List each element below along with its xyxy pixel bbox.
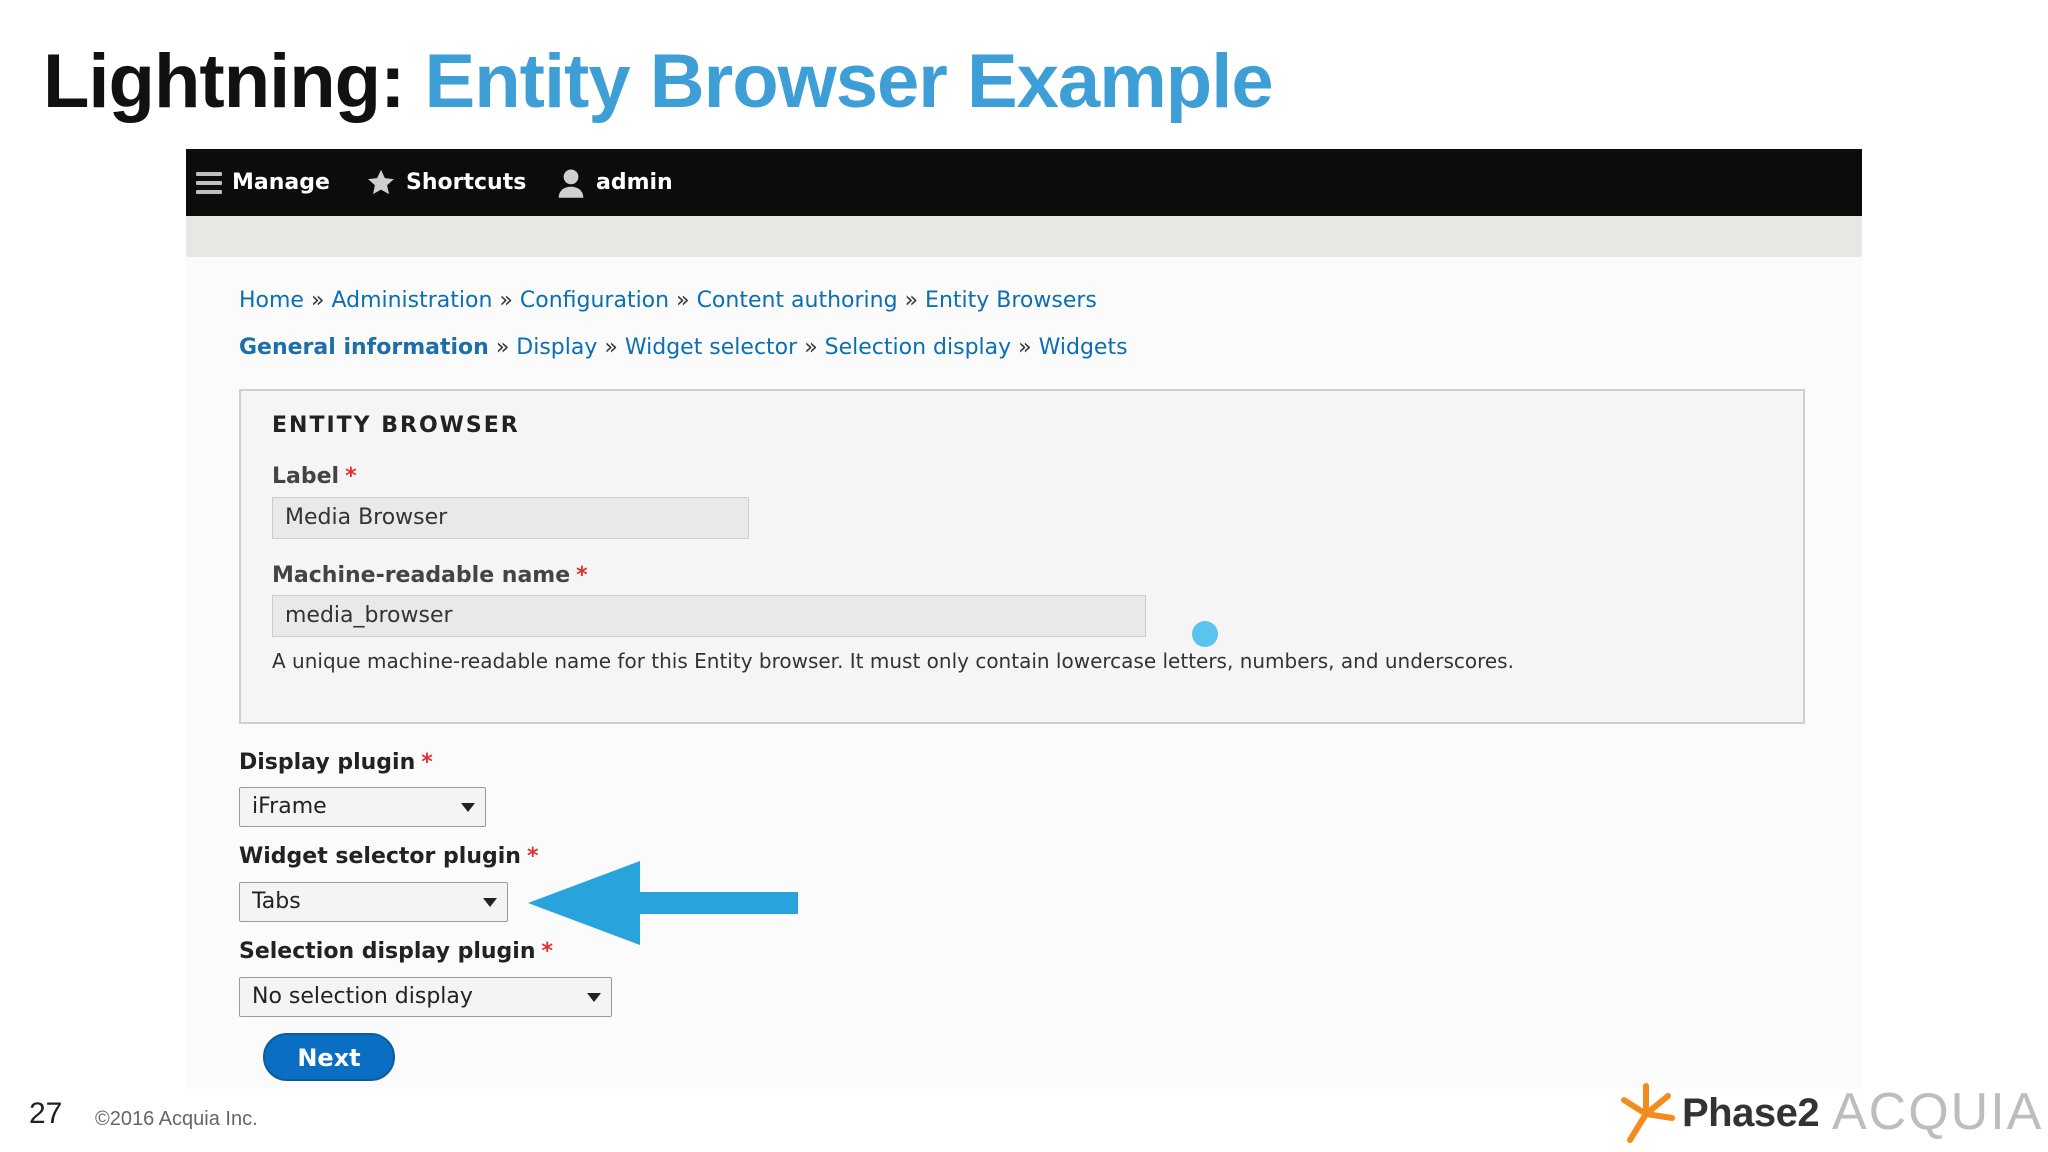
step-widget-selector[interactable]: Widget selector xyxy=(625,335,797,360)
star-icon xyxy=(366,168,396,198)
wizard-steps: General information» Display» Widget selec… xyxy=(239,335,1128,360)
cursor-indicator xyxy=(1192,621,1218,647)
user-icon xyxy=(556,167,586,199)
machine-name-description: A unique machine-readable name for this … xyxy=(272,649,1514,673)
machine-name-label: Machine-readable name * xyxy=(272,563,588,588)
phase2-wordmark: Phase2 xyxy=(1682,1090,1820,1135)
acquia-logo: ACQUIA xyxy=(1832,1083,2044,1141)
phase2-logo: Phase2 xyxy=(1616,1082,1820,1144)
display-plugin-select[interactable]: iFrame xyxy=(239,787,486,827)
widget-selector-plugin-value: Tabs xyxy=(252,889,301,914)
toolbar-admin[interactable]: admin xyxy=(556,149,673,216)
annotation-arrow-icon xyxy=(528,861,798,945)
drupal-screenshot: Manage Shortcuts admin Home» Administrati… xyxy=(186,149,1862,1089)
required-marker: * xyxy=(345,464,357,489)
entity-browser-fieldset: ENTITY BROWSER Label * Media Browser Mach… xyxy=(239,389,1805,724)
breadcrumb: Home» Administration» Configuration» Conten… xyxy=(239,288,1097,313)
breadcrumb-separator: » xyxy=(310,288,325,313)
breadcrumb-entity-browsers[interactable]: Entity Browsers xyxy=(925,288,1097,313)
title-prefix: Lightning: xyxy=(43,39,405,124)
title-main: Entity Browser Example xyxy=(424,39,1274,124)
step-general-information[interactable]: General information xyxy=(239,335,489,360)
toolbar-manage[interactable]: Manage xyxy=(196,149,330,216)
page-number: 27 xyxy=(29,1097,63,1130)
toolbar-tray xyxy=(186,216,1862,257)
selection-display-plugin-label: Selection display plugin * xyxy=(239,939,554,964)
slide-title: Lightning: Entity Browser Example xyxy=(43,38,1274,125)
label-input[interactable]: Media Browser xyxy=(272,497,749,539)
step-separator: » xyxy=(495,335,510,360)
step-separator: » xyxy=(804,335,818,360)
label-field-label: Label * xyxy=(272,464,357,489)
step-selection-display[interactable]: Selection display xyxy=(825,335,1012,360)
breadcrumb-configuration[interactable]: Configuration xyxy=(520,288,669,313)
breadcrumb-home[interactable]: Home xyxy=(239,288,304,313)
chevron-down-icon xyxy=(461,803,475,812)
chevron-down-icon xyxy=(587,993,601,1002)
machine-name-input[interactable]: media_browser xyxy=(272,595,1146,637)
toolbar-shortcuts-label: Shortcuts xyxy=(406,170,527,195)
copyright: ©2016 Acquia Inc. xyxy=(95,1108,258,1130)
toolbar-manage-label: Manage xyxy=(232,170,330,195)
admin-toolbar: Manage Shortcuts admin xyxy=(186,149,1862,216)
breadcrumb-separator: » xyxy=(676,288,690,313)
step-display[interactable]: Display xyxy=(516,335,597,360)
toolbar-admin-label: admin xyxy=(596,170,673,195)
chevron-down-icon xyxy=(483,898,497,907)
breadcrumb-content-authoring[interactable]: Content authoring xyxy=(697,288,898,313)
display-plugin-value: iFrame xyxy=(252,794,327,819)
fieldset-legend: ENTITY BROWSER xyxy=(272,413,520,438)
selection-display-plugin-select[interactable]: No selection display xyxy=(239,977,612,1017)
breadcrumb-separator: » xyxy=(904,288,919,313)
required-marker: * xyxy=(421,750,433,775)
phase2-burst-icon xyxy=(1621,1083,1675,1143)
required-marker: * xyxy=(576,563,588,588)
widget-selector-plugin-select[interactable]: Tabs xyxy=(239,882,508,922)
step-widgets[interactable]: Widgets xyxy=(1039,335,1128,360)
display-plugin-label: Display plugin * xyxy=(239,750,433,775)
widget-selector-plugin-label: Widget selector plugin * xyxy=(239,844,539,869)
hamburger-menu-icon xyxy=(196,171,222,195)
step-separator: » xyxy=(604,335,618,360)
next-button[interactable]: Next xyxy=(263,1033,395,1081)
step-separator: » xyxy=(1018,335,1032,360)
breadcrumb-administration[interactable]: Administration xyxy=(331,288,492,313)
toolbar-shortcuts[interactable]: Shortcuts xyxy=(366,149,526,216)
selection-display-plugin-value: No selection display xyxy=(252,984,473,1009)
breadcrumb-separator: » xyxy=(499,288,513,313)
